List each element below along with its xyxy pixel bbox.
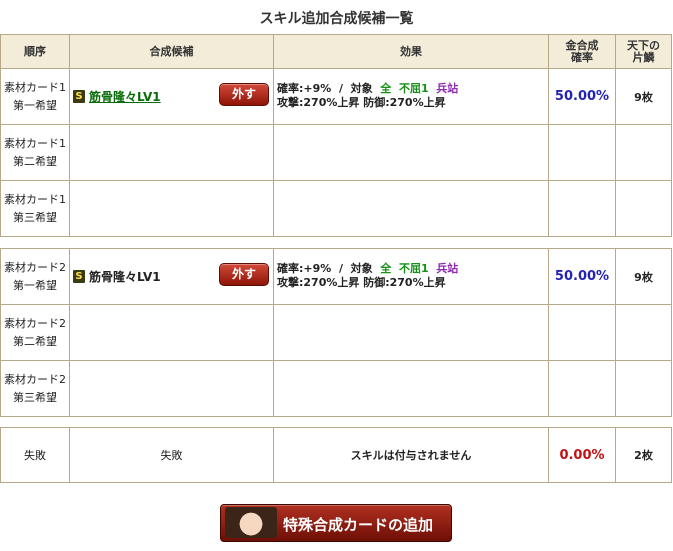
- cost-cell: [615, 180, 672, 237]
- cost-cell: 9枚: [615, 68, 672, 125]
- header-cost: 天下の 片鱗: [615, 34, 672, 69]
- effect-cell: [273, 124, 549, 181]
- effect-line-1: 確率:+9% / 対象 全 不屈1 兵站: [277, 262, 459, 275]
- rate-cell: 50.00%: [548, 248, 616, 305]
- candidate-cell: S 筋骨隆々LV1 外す: [69, 68, 274, 125]
- skill-rank-badge: S: [73, 90, 85, 103]
- order-cell: 素材カード2 第一希望: [0, 248, 70, 305]
- effect-cell: [273, 304, 549, 361]
- remove-button[interactable]: 外す: [219, 263, 269, 286]
- failure-row: 失敗 失敗 スキルは付与されません 0.00% 2枚: [0, 427, 672, 483]
- header-order: 順序: [0, 34, 70, 69]
- effect-line-2: 攻撃:270%上昇 防御:270%上昇: [277, 276, 446, 289]
- candidate-table-1: 順序 合成候補 効果 金合成 確率 天下の 片鱗 素材カード1 第一希望 S 筋骨隆々LV…: [0, 34, 672, 237]
- candidate-cell: [69, 124, 274, 181]
- cost-cell: [615, 124, 672, 181]
- candidate-row: 素材カード2 第一希望 S 筋骨隆々LV1 外す 確率:+9% / 対象 全 不屈1 兵站…: [0, 248, 672, 305]
- rate-cell: [548, 180, 616, 237]
- remove-button[interactable]: 外す: [219, 83, 269, 106]
- skill-name: 筋骨隆々LV1: [89, 270, 161, 284]
- order-cell: 素材カード1 第二希望: [0, 124, 70, 181]
- order-cell: 素材カード1 第一希望: [0, 68, 70, 125]
- candidate-row: 素材カード1 第二希望: [0, 124, 672, 181]
- success-rate: 50.00%: [554, 269, 610, 284]
- header-rate: 金合成 確率: [548, 34, 616, 69]
- candidate-row: 素材カード1 第三希望: [0, 180, 672, 237]
- cost-cell: [615, 304, 672, 361]
- rate-cell: [548, 124, 616, 181]
- skill-rank-badge: S: [73, 270, 85, 283]
- cost-cell: 9枚: [615, 248, 672, 305]
- failure-cost: 2枚: [615, 427, 672, 483]
- order-cell: 素材カード1 第三希望: [0, 180, 70, 237]
- failure-table: 失敗 失敗 スキルは付与されません 0.00% 2枚: [0, 427, 672, 483]
- candidate-row: 素材カード1 第一希望 S 筋骨隆々LV1 外す 確率:+9% / 対象 全 不屈1 兵站…: [0, 68, 672, 125]
- page-title: スキル追加合成候補一覧: [259, 11, 414, 27]
- failure-effect: スキルは付与されません: [273, 427, 549, 483]
- character-portrait-icon: [225, 507, 277, 538]
- add-special-card-button[interactable]: 特殊合成カードの追加: [220, 504, 452, 542]
- header-effect: 効果: [273, 34, 549, 69]
- header-candidate: 合成候補: [69, 34, 274, 69]
- rate-cell: [548, 360, 616, 417]
- effect-cell: 確率:+9% / 対象 全 不屈1 兵站 攻撃:270%上昇 防御:270%上昇: [273, 68, 549, 125]
- candidate-cell: [69, 360, 274, 417]
- failure-rate: 0.00%: [559, 447, 605, 463]
- rate-cell: [548, 304, 616, 361]
- effect-cell: [273, 360, 549, 417]
- effect-cell: [273, 180, 549, 237]
- order-cell: 素材カード2 第三希望: [0, 360, 70, 417]
- rate-cell: 50.00%: [548, 68, 616, 125]
- effect-line-2: 攻撃:270%上昇 防御:270%上昇: [277, 96, 446, 109]
- candidate-table-2: 素材カード2 第一希望 S 筋骨隆々LV1 外す 確率:+9% / 対象 全 不屈1 兵站…: [0, 248, 672, 417]
- failure-order: 失敗: [0, 427, 70, 483]
- add-special-card-label: 特殊合成カードの追加: [283, 516, 434, 534]
- candidate-row: 素材カード2 第三希望: [0, 360, 672, 417]
- failure-candidate: 失敗: [69, 427, 274, 483]
- cost-cell: [615, 360, 672, 417]
- success-rate: 50.00%: [554, 89, 610, 104]
- candidate-row: 素材カード2 第二希望: [0, 304, 672, 361]
- effect-line-1: 確率:+9% / 対象 全 不屈1 兵站: [277, 82, 459, 95]
- skill-name[interactable]: 筋骨隆々LV1: [89, 90, 161, 104]
- effect-cell: 確率:+9% / 対象 全 不屈1 兵站 攻撃:270%上昇 防御:270%上昇: [273, 248, 549, 305]
- candidate-cell: S 筋骨隆々LV1 外す: [69, 248, 274, 305]
- candidate-cell: [69, 180, 274, 237]
- order-cell: 素材カード2 第二希望: [0, 304, 70, 361]
- candidate-cell: [69, 304, 274, 361]
